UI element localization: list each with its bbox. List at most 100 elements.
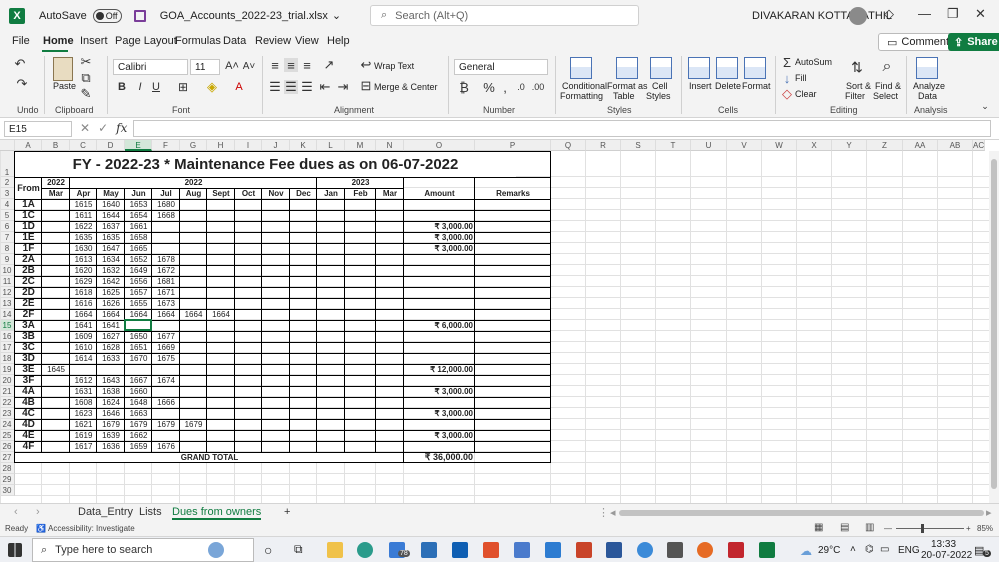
paste-label[interactable]: Paste <box>53 81 76 91</box>
align-left-icon[interactable]: ☰ <box>268 79 282 94</box>
row-header[interactable]: 27 <box>0 452 15 463</box>
insert-cells-icon[interactable] <box>688 57 710 79</box>
row-header[interactable]: 1 <box>0 151 15 177</box>
collapse-ribbon-icon[interactable]: ⌄ <box>979 100 991 112</box>
office-icon[interactable] <box>483 542 499 558</box>
borders-icon[interactable]: ⊞ <box>176 80 190 94</box>
cut-icon[interactable]: ✂ <box>80 54 92 69</box>
select-all-corner[interactable] <box>0 140 15 151</box>
share-button[interactable]: ⇪ Share <box>948 33 999 51</box>
column-header[interactable]: AC <box>973 140 986 151</box>
increase-decimal-icon[interactable]: .0 <box>514 80 528 94</box>
restore-icon[interactable]: ❐ <box>947 6 959 22</box>
page-break-view-icon[interactable]: ▥ <box>865 522 874 533</box>
column-header[interactable]: Y <box>832 140 867 151</box>
row-header[interactable]: 29 <box>0 474 15 485</box>
worksheet-grid[interactable]: A B C D E F G H I J K L M N O P Q R S T U V W X Y Z AA AB AC 1 2 3 4 5 6 7 8… <box>0 140 989 503</box>
column-header[interactable]: O <box>404 140 475 151</box>
sheet-tab-data-entry[interactable]: Data_Entry <box>78 506 133 518</box>
column-header[interactable]: X <box>797 140 832 151</box>
powerpoint-icon[interactable] <box>576 542 592 558</box>
row-header[interactable]: 8 <box>0 243 15 254</box>
vertical-scroll-thumb[interactable] <box>991 159 997 489</box>
column-header[interactable]: P <box>475 140 551 151</box>
column-header[interactable]: L <box>317 140 345 151</box>
row-header[interactable]: 30 <box>0 485 15 496</box>
tab-review[interactable]: Review <box>255 35 291 47</box>
copy-icon[interactable]: ⧉ <box>80 70 92 85</box>
column-header[interactable]: Q <box>551 140 586 151</box>
selected-cell-e15[interactable] <box>124 319 152 331</box>
column-header[interactable]: D <box>97 140 125 151</box>
prev-sheet-icon[interactable]: ‹ <box>14 506 18 518</box>
column-header[interactable]: A <box>15 140 42 151</box>
row-header[interactable]: 20 <box>0 375 15 386</box>
clear-label[interactable]: Clear <box>795 89 817 99</box>
normal-view-icon[interactable]: ▦ <box>814 522 823 533</box>
paste-icon[interactable] <box>53 57 73 81</box>
fill-color-icon[interactable]: ◈ <box>205 79 219 94</box>
column-header[interactable]: W <box>762 140 797 151</box>
file-name-chevron-icon[interactable]: ⌄ <box>332 9 341 22</box>
decrease-font-icon[interactable]: A˅ <box>242 58 256 74</box>
formula-input[interactable] <box>133 120 991 137</box>
edge-icon[interactable] <box>357 542 373 558</box>
clock-time[interactable]: 13:33 <box>931 539 956 550</box>
row-header[interactable]: 19 <box>0 364 15 375</box>
row-header[interactable]: 3 <box>0 188 15 199</box>
avatar[interactable] <box>849 7 867 25</box>
column-header[interactable]: F <box>152 140 180 151</box>
tab-home[interactable]: Home <box>43 35 74 47</box>
wrap-text-label[interactable]: Wrap Text <box>374 61 414 71</box>
tab-data[interactable]: Data <box>223 35 246 47</box>
row-header[interactable]: 24 <box>0 419 15 430</box>
store-icon[interactable] <box>421 542 437 558</box>
fill-label[interactable]: Fill <box>795 73 807 83</box>
row-header[interactable]: 15 <box>0 320 15 331</box>
windows-start-icon[interactable] <box>8 543 22 557</box>
align-bottom-icon[interactable]: ≡ <box>300 58 314 73</box>
row-header[interactable]: 12 <box>0 287 15 298</box>
calculator-icon[interactable] <box>667 542 683 558</box>
insert-cells-label[interactable]: Insert <box>689 81 712 91</box>
sort-filter-label-1[interactable]: Sort & <box>846 81 871 91</box>
merge-center-icon[interactable]: ⊟ <box>360 78 372 93</box>
name-box[interactable]: E15 <box>4 121 72 137</box>
network-icon[interactable]: ⌬ <box>865 544 874 555</box>
row-header[interactable]: 16 <box>0 331 15 342</box>
orientation-icon[interactable]: ↗ <box>322 57 336 72</box>
scroll-right-icon[interactable]: ▸ <box>986 506 992 519</box>
accessibility-status[interactable]: Accessibility: Investigate <box>48 524 135 533</box>
column-header[interactable]: E <box>125 140 152 151</box>
zoom-in-icon[interactable]: + <box>966 524 971 533</box>
column-header[interactable]: Z <box>867 140 903 151</box>
analyze-data-label-2[interactable]: Data <box>918 91 937 101</box>
column-header[interactable]: C <box>70 140 97 151</box>
column-header[interactable]: B <box>42 140 70 151</box>
decrease-indent-icon[interactable]: ⇤ <box>318 79 332 94</box>
app-sw-icon[interactable] <box>728 542 744 558</box>
minimize-icon[interactable]: — <box>918 6 931 21</box>
analyze-data-label-1[interactable]: Analyze <box>913 81 945 91</box>
find-select-icon[interactable]: ⌕ <box>876 56 898 78</box>
conditional-formatting-label-1[interactable]: Conditional <box>562 81 607 91</box>
task-view-icon[interactable]: ⧉ <box>294 542 310 558</box>
row-header[interactable]: 25 <box>0 430 15 441</box>
browser-icon[interactable] <box>637 542 653 558</box>
currency-icon[interactable]: ₿ <box>456 80 472 95</box>
tab-view[interactable]: View <box>295 35 319 47</box>
row-header[interactable]: 21 <box>0 386 15 397</box>
row-header[interactable]: 11 <box>0 276 15 287</box>
find-select-label-1[interactable]: Find & <box>875 81 901 91</box>
column-header[interactable]: T <box>656 140 691 151</box>
column-header[interactable]: H <box>207 140 235 151</box>
sheet-tab-dues-from-owners[interactable]: Dues from owners <box>172 506 262 520</box>
format-as-table-label-1[interactable]: Format as <box>607 81 648 91</box>
cortana-icon[interactable]: ○ <box>264 542 280 558</box>
clear-icon[interactable]: ◇ <box>781 86 793 101</box>
row-header[interactable]: 17 <box>0 342 15 353</box>
sheet-tab-lists[interactable]: Lists <box>139 506 162 518</box>
format-cells-label[interactable]: Format <box>742 81 771 91</box>
outlook-icon[interactable] <box>452 542 468 558</box>
row-header[interactable]: 9 <box>0 254 15 265</box>
